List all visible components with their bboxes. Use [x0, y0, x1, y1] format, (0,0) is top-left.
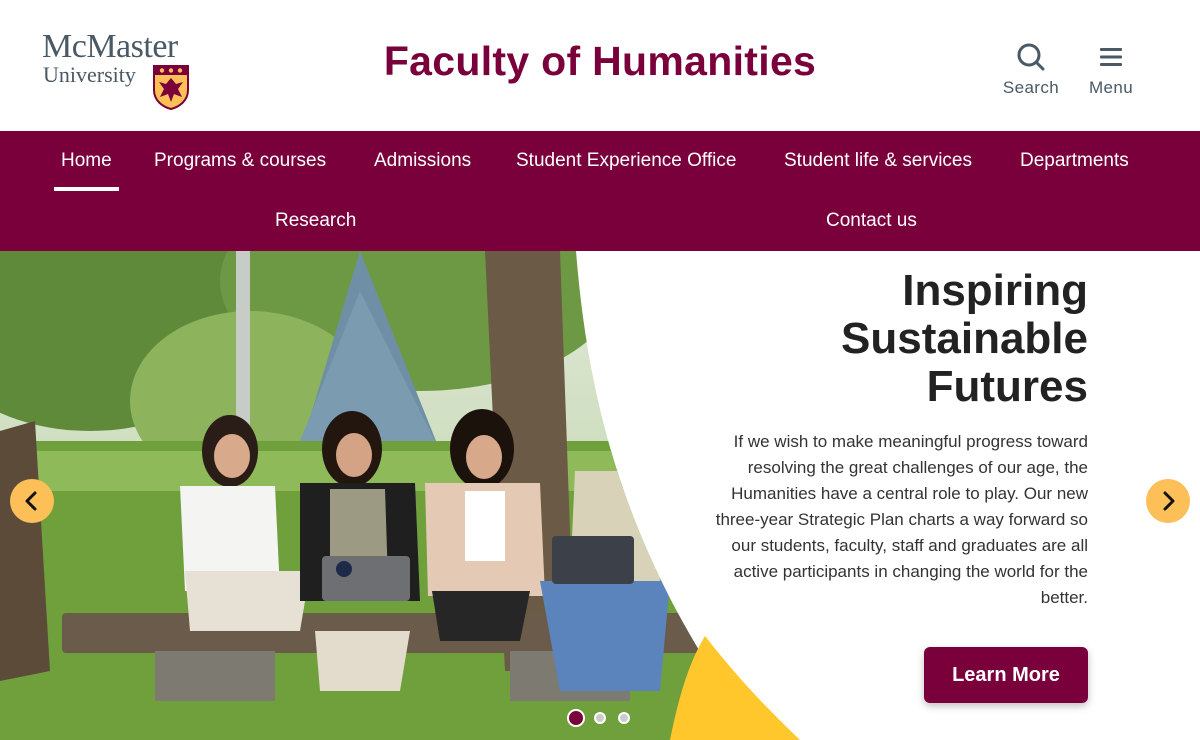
hero-title-line-1: Inspiring [902, 266, 1088, 315]
nav-item-home[interactable]: Home [54, 149, 119, 191]
hero-description: If we wish to make meaningful progress t… [715, 432, 1088, 607]
search-icon [1017, 43, 1045, 71]
nav-item-departments[interactable]: Departments [1020, 149, 1129, 173]
hero-title: Inspiring Sustainable Futures [841, 267, 1088, 411]
menu-button[interactable]: Menu [1076, 42, 1146, 98]
nav-item-student-experience-office[interactable]: Student Experience Office [516, 149, 736, 173]
hamburger-menu-icon [1100, 48, 1122, 66]
nav-item-student-life-services[interactable]: Student life & services [784, 149, 972, 173]
hero-carousel: Inspiring Sustainable Futures If we wish… [0, 251, 1200, 740]
learn-more-button[interactable]: Learn More [924, 647, 1088, 703]
nav-item-research[interactable]: Research [275, 209, 356, 233]
nav-item-contact-us[interactable]: Contact us [826, 209, 917, 233]
main-navigation: Home Programs & courses Admissions Stude… [0, 131, 1200, 251]
carousel-dot-1[interactable] [567, 709, 585, 727]
site-header: McMaster University Faculty of Humanitie… [0, 0, 1200, 131]
hero-title-line-2: Sustainable [841, 314, 1088, 363]
chevron-right-icon [1163, 491, 1175, 511]
nav-item-programs-courses[interactable]: Programs & courses [154, 149, 326, 173]
search-button[interactable]: Search [996, 42, 1066, 98]
chevron-left-icon [25, 491, 37, 511]
carousel-next-button[interactable] [1146, 479, 1190, 523]
hero-title-line-3: Futures [926, 362, 1088, 411]
carousel-prev-button[interactable] [10, 479, 54, 523]
carousel-dot-2[interactable] [594, 712, 606, 724]
nav-item-admissions[interactable]: Admissions [374, 149, 471, 173]
carousel-dot-3[interactable] [618, 712, 630, 724]
search-label: Search [1002, 78, 1060, 97]
menu-label: Menu [1088, 78, 1134, 97]
